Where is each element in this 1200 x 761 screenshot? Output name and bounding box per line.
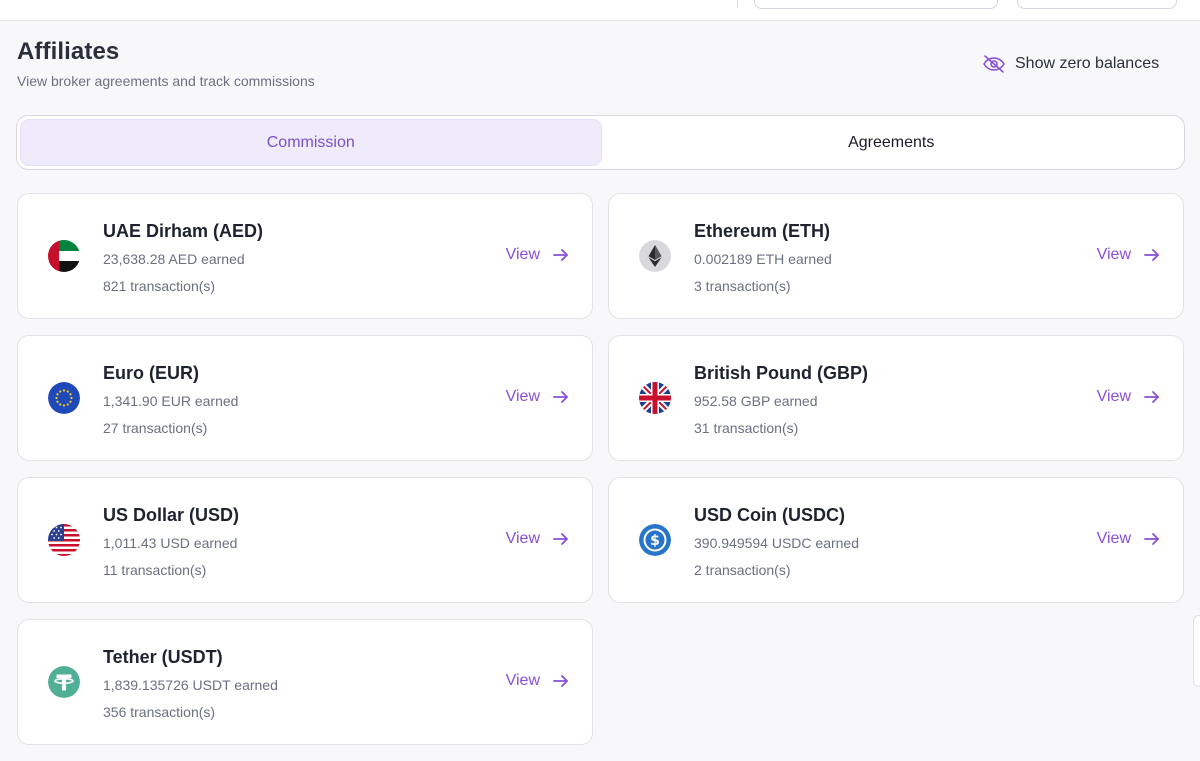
view-label: View — [1096, 388, 1131, 405]
currency-earned: 1,341.90 EUR earned — [103, 393, 239, 409]
show-zero-balances-button[interactable]: Show zero balances — [982, 52, 1159, 76]
currency-transactions: 31 transaction(s) — [694, 420, 799, 436]
currency-name: USD Coin (USDC) — [694, 505, 845, 525]
view-label: View — [505, 672, 540, 689]
currency-transactions: 11 transaction(s) — [103, 562, 207, 578]
view-usdc-button[interactable]: View — [1097, 530, 1161, 548]
tab-agreements[interactable]: Agreements — [602, 119, 1182, 166]
currency-transactions: 2 transaction(s) — [694, 562, 791, 578]
currency-transactions: 821 transaction(s) — [103, 278, 216, 294]
top-toolbar — [0, 0, 1200, 21]
currency-name: British Pound (GBP) — [694, 363, 868, 383]
aed-flag-icon — [48, 240, 80, 272]
arrow-right-icon — [1143, 246, 1161, 264]
tether-icon — [48, 666, 80, 698]
toolbar-control-left[interactable] — [754, 0, 998, 9]
view-eth-button[interactable]: View — [1097, 246, 1161, 264]
currency-earned: 0.002189 ETH earned — [694, 251, 832, 267]
view-usd-button[interactable]: View — [506, 530, 570, 548]
view-label: View — [505, 530, 540, 547]
currency-name: Ethereum (ETH) — [694, 221, 831, 241]
ethereum-icon — [639, 240, 671, 272]
currency-earned: 23,638.28 AED earned — [103, 251, 245, 267]
currency-earned: 1,011.43 USD earned — [103, 535, 238, 551]
uk-flag-icon — [639, 382, 671, 414]
currency-card-eth: Ethereum (ETH) 0.002189 ETH earned 3 tra… — [608, 193, 1184, 319]
toolbar-control-right[interactable] — [1017, 0, 1177, 9]
arrow-right-icon — [552, 388, 570, 406]
currency-card-usd: US Dollar (USD) 1,011.43 USD earned 11 t… — [17, 477, 593, 603]
view-usdt-button[interactable]: View — [506, 672, 570, 690]
view-label: View — [505, 246, 540, 263]
view-gbp-button[interactable]: View — [1097, 388, 1161, 406]
tab-bar: Commission Agreements — [16, 115, 1185, 170]
currency-name: UAE Dirham (AED) — [103, 221, 264, 241]
show-zero-balances-label: Show zero balances — [1015, 55, 1160, 72]
eye-off-icon — [982, 52, 1006, 76]
currency-card-usdt: Tether (USDT) 1,839.135726 USDT earned 3… — [17, 619, 593, 745]
currency-card-grid: UAE Dirham (AED) 23,638.28 AED earned 82… — [17, 193, 1184, 745]
currency-card-eur: Euro (EUR) 1,341.90 EUR earned 27 transa… — [17, 335, 593, 461]
currency-transactions: 27 transaction(s) — [103, 420, 208, 436]
view-label: View — [505, 388, 540, 405]
eu-flag-icon — [48, 382, 80, 414]
currency-card-aed: UAE Dirham (AED) 23,638.28 AED earned 82… — [17, 193, 593, 319]
currency-earned: 952.58 GBP earned — [694, 393, 818, 409]
tab-commission[interactable]: Commission — [20, 119, 602, 166]
view-label: View — [1096, 246, 1131, 263]
view-aed-button[interactable]: View — [506, 246, 570, 264]
us-flag-icon — [48, 524, 80, 556]
currency-card-gbp: British Pound (GBP) 952.58 GBP earned 31… — [608, 335, 1184, 461]
currency-transactions: 356 transaction(s) — [103, 704, 216, 720]
currency-transactions: 3 transaction(s) — [694, 278, 791, 294]
page-title: Affiliates — [17, 38, 120, 65]
toolbar-divider — [737, 0, 738, 8]
usdc-icon: $ — [639, 524, 671, 556]
view-label: View — [1096, 530, 1131, 547]
side-panel-handle[interactable] — [1193, 615, 1200, 687]
currency-name: Tether (USDT) — [103, 647, 223, 667]
view-eur-button[interactable]: View — [506, 388, 570, 406]
arrow-right-icon — [552, 672, 570, 690]
currency-name: US Dollar (USD) — [103, 505, 240, 525]
arrow-right-icon — [552, 246, 570, 264]
arrow-right-icon — [1143, 530, 1161, 548]
arrow-right-icon — [1143, 388, 1161, 406]
arrow-right-icon — [552, 530, 570, 548]
svg-text:$: $ — [650, 533, 660, 549]
currency-earned: 1,839.135726 USDT earned — [103, 677, 278, 693]
currency-earned: 390.949594 USDC earned — [694, 535, 860, 551]
currency-card-usdc: $ USD Coin (USDC) 390.949594 USDC earned… — [608, 477, 1184, 603]
currency-name: Euro (EUR) — [103, 363, 199, 383]
page-subtitle: View broker agreements and track commiss… — [17, 73, 315, 89]
